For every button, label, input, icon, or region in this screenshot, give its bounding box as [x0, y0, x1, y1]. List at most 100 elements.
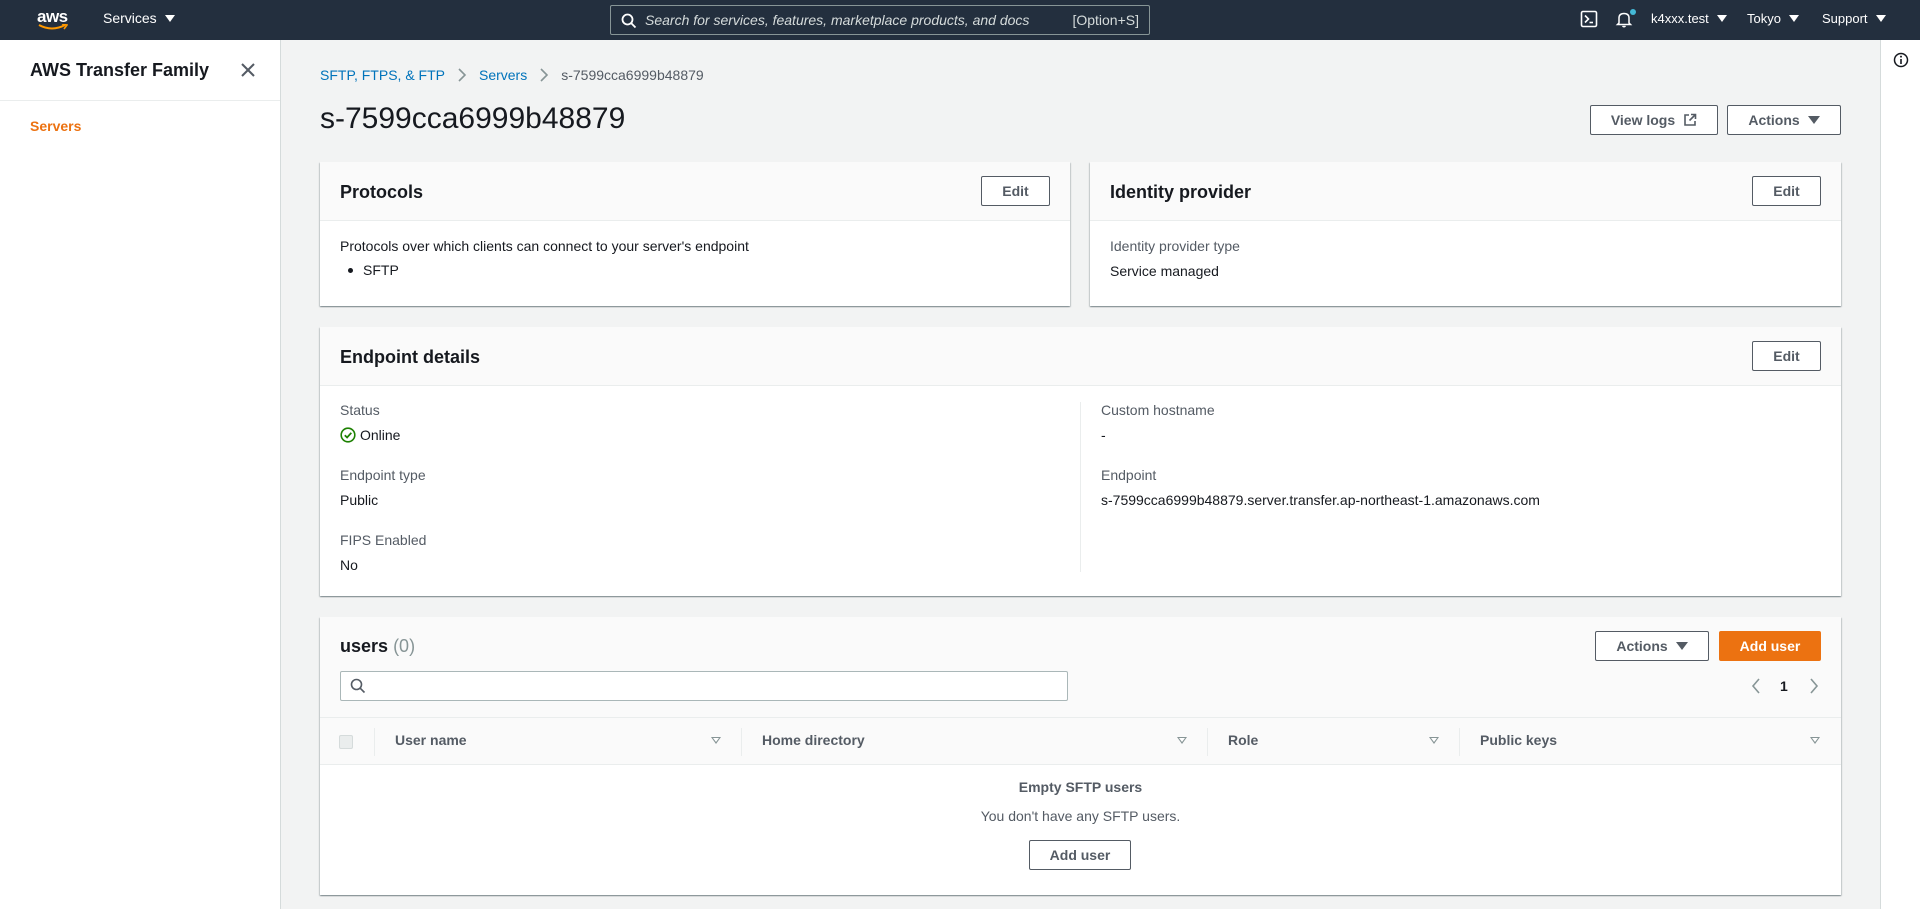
external-link-icon: [1684, 113, 1697, 126]
custom-hostname-label: Custom hostname: [1101, 402, 1215, 418]
account-menu[interactable]: k4xxx.test: [1651, 11, 1727, 26]
breadcrumb: SFTP, FTPS, & FTP Servers s-7599cca6999b…: [320, 67, 704, 83]
status-badge: Online: [340, 427, 400, 443]
caret-down-icon: [1716, 15, 1727, 22]
notification-dot: [1630, 9, 1636, 15]
column-header-home-directory[interactable]: Home directory: [762, 732, 865, 748]
bullet-icon: [348, 267, 353, 273]
sidebar-item-servers[interactable]: Servers: [30, 118, 81, 134]
users-count: (0): [393, 636, 416, 656]
help-rail: [1880, 40, 1920, 909]
identity-edit-button[interactable]: Edit: [1752, 176, 1821, 206]
empty-state-add-user-button[interactable]: Add user: [1029, 840, 1131, 870]
status-label: Status: [340, 402, 380, 418]
endpoint-value: s-7599cca6999b48879.server.transfer.ap-n…: [1101, 492, 1540, 508]
add-user-label: Add user: [1049, 847, 1111, 863]
sort-icon[interactable]: [711, 737, 721, 744]
page-actions-label: Actions: [1748, 112, 1800, 128]
edit-label: Edit: [1773, 183, 1800, 199]
services-label: Services: [103, 10, 157, 26]
fips-label: FIPS Enabled: [340, 532, 427, 548]
protocol-name: SFTP: [363, 262, 399, 278]
fips-value: No: [340, 557, 358, 573]
caret-down-icon: [1875, 15, 1886, 22]
users-panel-header: users (0) Actions Add user 1: [320, 617, 1841, 717]
users-title-text: users: [340, 636, 389, 656]
aws-smile-icon: [38, 24, 68, 30]
users-panel: users (0) Actions Add user 1 User name H…: [320, 617, 1841, 895]
breadcrumb-link-sftp[interactable]: SFTP, FTPS, & FTP: [320, 67, 445, 83]
users-table-header: User name Home directory Role Public key…: [320, 717, 1841, 765]
identity-type-label: Identity provider type: [1110, 238, 1240, 254]
endpoint-label: Endpoint: [1101, 467, 1157, 483]
column-header-public-keys[interactable]: Public keys: [1480, 732, 1557, 748]
column-divider: [1080, 402, 1081, 572]
chevron-right-icon[interactable]: [1809, 678, 1819, 694]
column-divider: [741, 728, 742, 756]
search-icon: [621, 13, 637, 29]
page-actions-button[interactable]: Actions: [1727, 105, 1841, 135]
chevron-right-icon: [540, 68, 549, 82]
empty-state-message: You don't have any SFTP users.: [980, 808, 1181, 824]
region-menu[interactable]: Tokyo: [1747, 11, 1799, 26]
search-shortcut-hint: [Option+S]: [1072, 12, 1139, 28]
sort-icon[interactable]: [1810, 737, 1820, 744]
protocols-edit-button[interactable]: Edit: [981, 176, 1050, 206]
users-actions-button[interactable]: Actions: [1595, 631, 1709, 661]
users-actions-label: Actions: [1616, 638, 1668, 654]
chevron-left-icon[interactable]: [1751, 678, 1761, 694]
identity-title: Identity provider: [1110, 182, 1252, 202]
side-navigation: AWS Transfer Family Servers: [0, 40, 281, 909]
sort-icon[interactable]: [1177, 737, 1187, 744]
breadcrumb-link-servers[interactable]: Servers: [479, 67, 527, 83]
protocols-description: Protocols over which clients can connect…: [340, 238, 749, 254]
search-icon: [350, 678, 366, 694]
page-title: s-7599cca6999b48879: [320, 102, 626, 135]
protocol-list-item: SFTP: [348, 262, 399, 278]
users-search-field[interactable]: [340, 671, 1068, 701]
page-number[interactable]: 1: [1780, 678, 1788, 694]
top-navigation: aws Services [Option+S] k4xxx.test Tokyo: [0, 0, 1920, 40]
add-user-button[interactable]: Add user: [1719, 631, 1821, 661]
protocols-title: Protocols: [340, 182, 424, 202]
success-check-icon: [340, 427, 356, 443]
endpoint-edit-button[interactable]: Edit: [1752, 341, 1821, 371]
caret-down-icon: [1807, 116, 1820, 124]
endpoint-type-value: Public: [340, 492, 379, 508]
column-header-user-name[interactable]: User name: [395, 732, 467, 748]
endpoint-type-label: Endpoint type: [340, 467, 426, 483]
view-logs-button[interactable]: View logs: [1590, 105, 1718, 135]
search-input[interactable]: [645, 9, 1045, 31]
column-divider: [374, 728, 375, 756]
cloudshell-icon[interactable]: [1580, 10, 1598, 28]
support-label: Support: [1822, 11, 1868, 26]
close-icon[interactable]: [240, 62, 256, 78]
caret-down-icon: [1788, 15, 1799, 22]
identity-panel-header: Identity provider Edit: [1090, 162, 1841, 221]
region-name: Tokyo: [1747, 11, 1781, 26]
view-logs-label: View logs: [1610, 112, 1676, 128]
caret-down-icon: [164, 14, 175, 22]
custom-hostname-value: -: [1101, 427, 1106, 443]
endpoint-title: Endpoint details: [340, 347, 481, 367]
column-divider: [1459, 728, 1460, 756]
select-all-checkbox[interactable]: [339, 735, 353, 749]
endpoint-panel-header: Endpoint details Edit: [320, 327, 1841, 386]
sidenav-divider: [0, 100, 280, 101]
breadcrumb-current: s-7599cca6999b48879: [561, 67, 704, 83]
empty-state-title: Empty SFTP users: [1018, 779, 1143, 795]
add-user-label: Add user: [1739, 638, 1801, 654]
caret-down-icon: [1675, 642, 1688, 650]
column-header-role[interactable]: Role: [1228, 732, 1258, 748]
services-menu[interactable]: Services: [103, 10, 175, 26]
edit-label: Edit: [1773, 348, 1800, 364]
identity-provider-panel: Identity provider Edit Identity provider…: [1090, 162, 1841, 306]
sort-icon[interactable]: [1429, 737, 1439, 744]
support-menu[interactable]: Support: [1822, 11, 1886, 26]
info-icon[interactable]: [1893, 52, 1909, 68]
aws-logo[interactable]: aws: [36, 6, 70, 34]
column-divider: [1207, 728, 1208, 756]
users-title: users (0): [340, 636, 415, 657]
sidenav-title: AWS Transfer Family: [30, 60, 210, 80]
global-search[interactable]: [Option+S]: [610, 5, 1150, 35]
